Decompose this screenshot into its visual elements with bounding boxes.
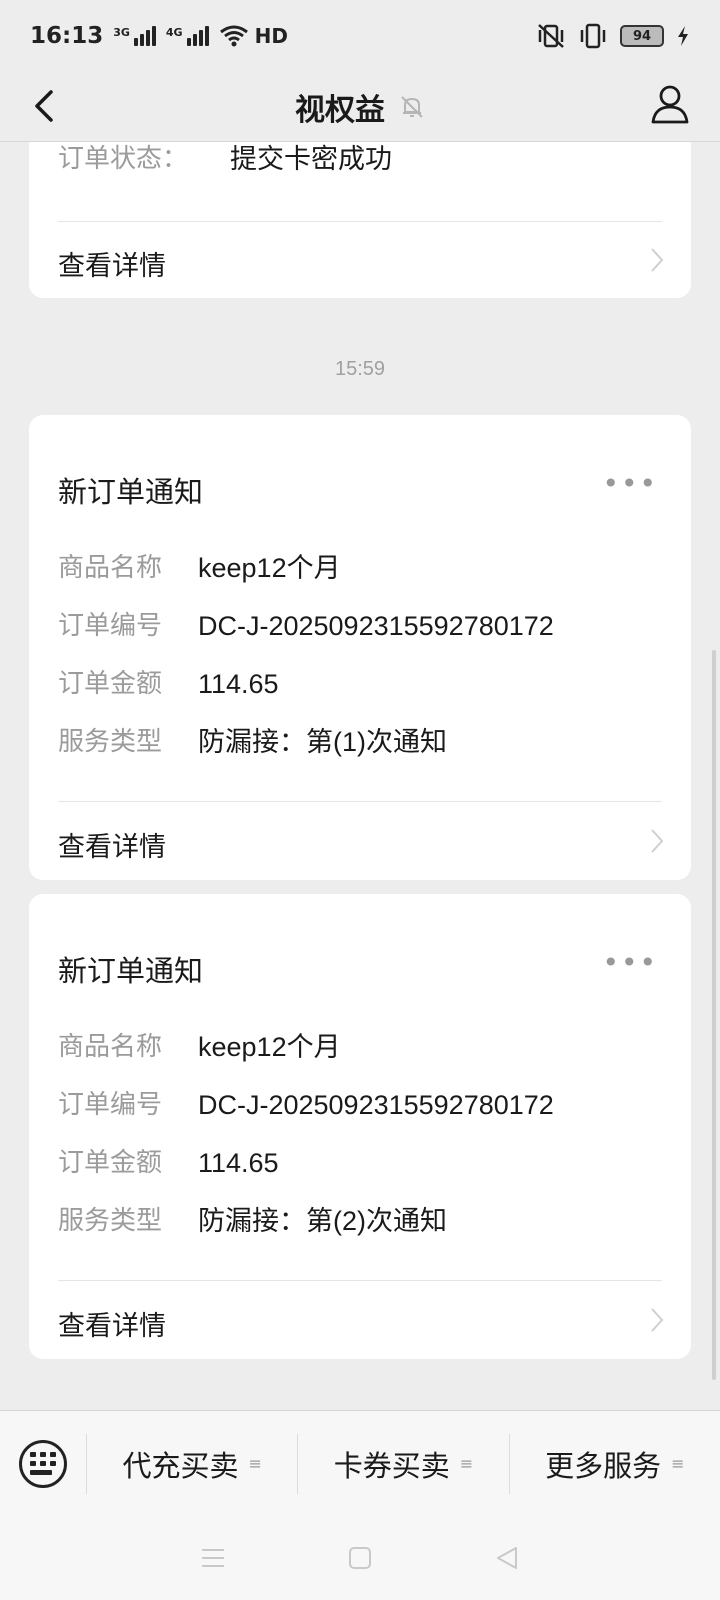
message-list[interactable]: 订单状态： 提交卡密成功 查看详情 15:59 新订单通知 ••• 商品名称 k… bbox=[0, 142, 720, 1410]
hd-label: HD bbox=[254, 24, 288, 48]
order-status-row: 订单状态： 提交卡密成功 bbox=[58, 144, 392, 174]
field-product-name: 商品名称 keep12个月 bbox=[58, 1032, 341, 1062]
menu-item-recharge[interactable]: 代充买卖 ≡ bbox=[86, 1433, 297, 1494]
card-title: 新订单通知 bbox=[58, 954, 204, 988]
field-service-type: 服务类型 防漏接：第(2)次通知 bbox=[58, 1206, 447, 1236]
field-value: 防漏接：第(2)次通知 bbox=[198, 1206, 447, 1236]
mute-bell-icon bbox=[401, 95, 423, 118]
field-order-amount: 订单金额 114.65 bbox=[58, 669, 279, 699]
field-value: DC-J-2025092315592780172 bbox=[198, 611, 554, 641]
scrollbar[interactable] bbox=[712, 650, 716, 1380]
submenu-icon: ≡ bbox=[671, 1454, 685, 1473]
wifi-icon bbox=[219, 25, 248, 47]
submenu-icon: ≡ bbox=[459, 1454, 474, 1473]
network-type-label: 3G bbox=[113, 26, 130, 39]
divider bbox=[58, 1280, 662, 1281]
network-type-label-2: 4G bbox=[165, 26, 183, 39]
message-timestamp: 15:59 bbox=[334, 358, 386, 380]
new-order-card: 新订单通知 ••• 商品名称 keep12个月 订单编号 DC-J-202509… bbox=[29, 415, 691, 880]
view-details-label: 查看详情 bbox=[58, 1311, 166, 1342]
field-service-type: 服务类型 防漏接：第(1)次通知 bbox=[58, 727, 447, 757]
more-options-icon[interactable]: ••• bbox=[602, 467, 658, 500]
new-order-card: 新订单通知 ••• 商品名称 keep12个月 订单编号 DC-J-202509… bbox=[29, 894, 691, 1359]
field-order-number: 订单编号 DC-J-2025092315592780172 bbox=[58, 611, 554, 641]
field-order-number: 订单编号 DC-J-2025092315592780172 bbox=[58, 1090, 554, 1120]
status-bar: 16:13 3G 4G HD 94 bbox=[0, 0, 720, 72]
order-status-card: 订单状态： 提交卡密成功 查看详情 bbox=[29, 142, 691, 298]
battery-level: 94 bbox=[632, 28, 652, 44]
back-icon[interactable] bbox=[26, 86, 66, 126]
menu-item-more-services[interactable]: 更多服务 ≡ bbox=[508, 1433, 720, 1494]
home-icon[interactable] bbox=[345, 1543, 375, 1573]
vibrate-icon bbox=[580, 23, 606, 49]
menu-item-label: 卡券买卖 bbox=[333, 1448, 450, 1483]
field-value: DC-J-2025092315592780172 bbox=[198, 1090, 554, 1120]
field-key: 服务类型 bbox=[58, 1206, 163, 1236]
chevron-right-icon bbox=[651, 829, 664, 853]
divider bbox=[58, 801, 662, 802]
field-key: 服务类型 bbox=[58, 727, 163, 757]
field-key: 商品名称 bbox=[58, 553, 163, 583]
chevron-right-icon bbox=[651, 1308, 664, 1332]
field-key: 订单金额 bbox=[58, 1148, 163, 1178]
field-value: keep12个月 bbox=[198, 1032, 341, 1062]
field-value: 114.65 bbox=[198, 1148, 279, 1178]
status-time: 16:13 bbox=[30, 23, 104, 49]
order-status-label: 订单状态： bbox=[58, 144, 189, 174]
field-value: 114.65 bbox=[198, 669, 279, 699]
keyboard-toggle-button[interactable] bbox=[0, 1411, 86, 1517]
keyboard-icon bbox=[19, 1439, 67, 1488]
back-nav-icon[interactable] bbox=[492, 1543, 522, 1573]
order-status-value: 提交卡密成功 bbox=[230, 144, 392, 174]
card-title: 新订单通知 bbox=[58, 475, 204, 509]
signal-icon: 3G bbox=[113, 26, 156, 46]
battery-icon: 94 bbox=[620, 25, 664, 47]
menu-item-label: 更多服务 bbox=[545, 1448, 662, 1483]
signal-icon-2: 4G bbox=[166, 26, 209, 46]
view-details-label: 查看详情 bbox=[58, 251, 166, 282]
view-details-label: 查看详情 bbox=[58, 832, 166, 863]
field-key: 订单编号 bbox=[58, 1090, 163, 1120]
field-key: 订单金额 bbox=[58, 669, 163, 699]
field-product-name: 商品名称 keep12个月 bbox=[58, 553, 341, 583]
chat-header: 视权益 bbox=[0, 72, 720, 142]
field-value: 防漏接：第(1)次通知 bbox=[198, 727, 447, 757]
recent-apps-icon[interactable] bbox=[198, 1543, 228, 1573]
divider bbox=[58, 221, 662, 222]
profile-icon[interactable] bbox=[650, 82, 690, 126]
charging-icon bbox=[678, 26, 688, 46]
menu-item-label: 代充买卖 bbox=[122, 1448, 239, 1483]
vibrate-mute-icon bbox=[538, 24, 564, 48]
bottom-menu: 代充买卖 ≡ 卡券买卖 ≡ 更多服务 ≡ bbox=[0, 1410, 720, 1516]
system-nav-bar bbox=[0, 1516, 720, 1600]
field-value: keep12个月 bbox=[198, 553, 341, 583]
chevron-right-icon bbox=[651, 248, 664, 272]
more-options-icon[interactable]: ••• bbox=[602, 946, 658, 979]
menu-item-coupons[interactable]: 卡券买卖 ≡ bbox=[297, 1433, 508, 1494]
field-key: 订单编号 bbox=[58, 611, 163, 641]
page-title: 视权益 bbox=[295, 92, 385, 128]
field-key: 商品名称 bbox=[58, 1032, 163, 1062]
submenu-icon: ≡ bbox=[248, 1454, 262, 1473]
field-order-amount: 订单金额 114.65 bbox=[58, 1148, 279, 1178]
